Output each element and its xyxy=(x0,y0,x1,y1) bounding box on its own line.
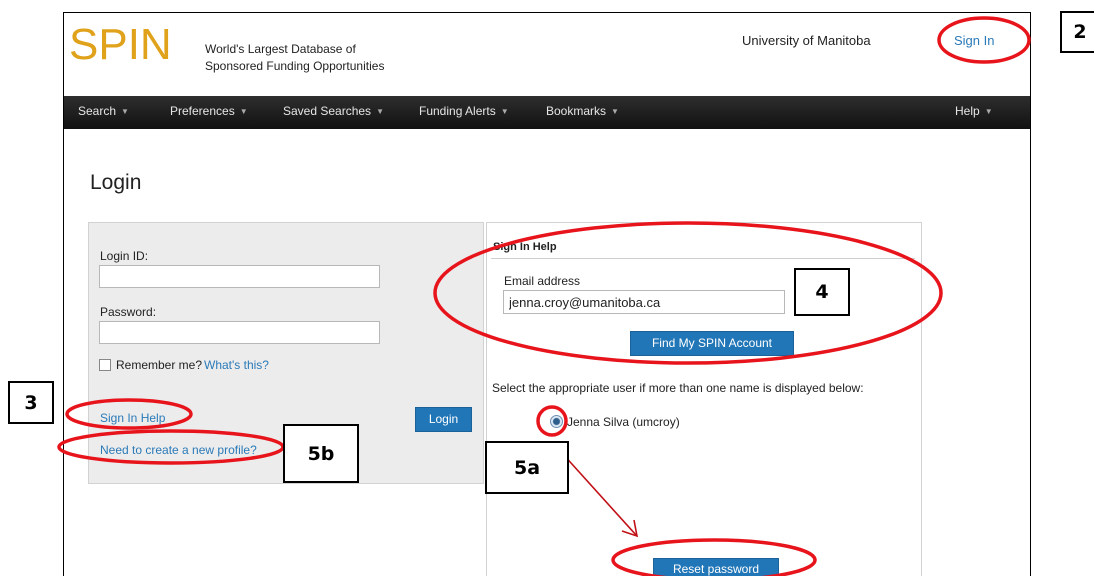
whats-this-link[interactable]: What's this? xyxy=(204,358,269,372)
chevron-down-icon: ▼ xyxy=(121,107,129,116)
chevron-down-icon: ▼ xyxy=(984,107,993,116)
nav-help[interactable]: Help ▼ xyxy=(955,96,993,129)
user-option-label: Jenna Silva (umcroy) xyxy=(567,415,680,429)
user-radio-button[interactable] xyxy=(550,415,563,428)
nav-bookmarks[interactable]: Bookmarks ▼ xyxy=(546,96,619,129)
tagline: World's Largest Database of Sponsored Fu… xyxy=(205,41,384,75)
select-user-instruction: Select the appropriate user if more than… xyxy=(492,381,864,395)
divider xyxy=(491,258,915,259)
password-input[interactable] xyxy=(99,321,380,344)
sign-in-link[interactable]: Sign In xyxy=(954,33,994,48)
callout-step-2: 2 xyxy=(1060,11,1094,53)
login-id-label: Login ID: xyxy=(100,249,149,263)
nav-preferences-label: Preferences xyxy=(170,104,235,118)
login-button[interactable]: Login xyxy=(415,407,472,432)
create-profile-link[interactable]: Need to create a new profile? xyxy=(100,443,257,457)
email-label: Email address xyxy=(504,274,581,288)
tagline-line-2: Sponsored Funding Opportunities xyxy=(205,59,385,73)
chevron-down-icon: ▼ xyxy=(500,107,509,116)
email-input[interactable] xyxy=(503,290,785,314)
chevron-down-icon: ▼ xyxy=(376,107,384,116)
nav-saved-searches-label: Saved Searches xyxy=(283,104,372,118)
nav-bookmarks-label: Bookmarks xyxy=(546,104,607,118)
nav-search-label: Search xyxy=(78,104,117,118)
spin-logo: SPIN xyxy=(69,20,172,69)
callout-step-5b: 5b xyxy=(283,424,359,483)
sign-in-help-link[interactable]: Sign In Help xyxy=(100,411,165,425)
main-navbar: Search ▼ Preferences ▼ Saved Searches ▼ Fun… xyxy=(64,96,1030,129)
callout-step-3: 3 xyxy=(8,381,54,424)
page-title: Login xyxy=(90,171,142,194)
find-my-spin-account-button[interactable]: Find My SPIN Account xyxy=(630,331,794,356)
chevron-down-icon: ▼ xyxy=(239,107,248,116)
nav-funding-alerts[interactable]: Funding Alerts ▼ xyxy=(419,96,509,129)
sign-in-help-title: Sign In Help xyxy=(493,241,557,253)
nav-saved-searches[interactable]: Saved Searches ▼ xyxy=(283,96,384,129)
nav-preferences[interactable]: Preferences ▼ xyxy=(170,96,248,129)
reset-password-button[interactable]: Reset password xyxy=(653,558,779,576)
callout-step-4: 4 xyxy=(794,268,850,316)
institution-name: University of Manitoba xyxy=(742,33,871,48)
password-label: Password: xyxy=(100,305,157,319)
nav-funding-alerts-label: Funding Alerts xyxy=(419,104,496,118)
nav-help-label: Help xyxy=(955,104,980,118)
remember-me-checkbox[interactable] xyxy=(99,359,111,371)
chevron-down-icon: ▼ xyxy=(611,107,619,116)
login-id-input[interactable] xyxy=(99,265,380,288)
callout-step-5a: 5a xyxy=(485,441,569,494)
remember-me-label: Remember me? xyxy=(116,358,203,372)
nav-search[interactable]: Search ▼ xyxy=(78,96,129,129)
sign-in-help-panel: Sign In Help Email address Find My SPIN … xyxy=(486,222,922,576)
tagline-line-1: World's Largest Database of xyxy=(205,42,356,56)
